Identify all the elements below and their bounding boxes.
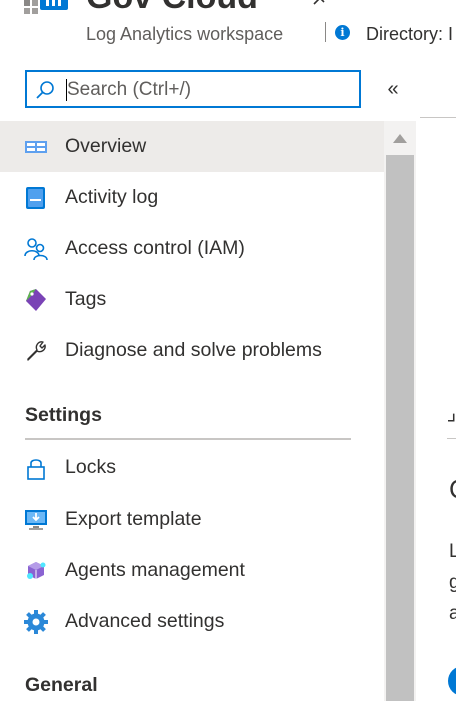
content-heading-fragment: C — [449, 474, 456, 505]
menu-item-label: Advanced settings — [65, 610, 225, 632]
section-heading-settings: Settings — [25, 404, 102, 426]
content-action-button[interactable] — [448, 666, 456, 696]
resource-menu: Overview Activity log Access control (IA… — [0, 121, 384, 701]
menu-item-label: Tags — [65, 288, 107, 310]
menu-item-overview[interactable]: Overview — [0, 121, 384, 172]
menu-item-label: Agents management — [65, 559, 245, 581]
page-title: Gov Cloud — [86, 0, 258, 17]
collapse-menu-button[interactable]: « — [382, 78, 404, 101]
content-text-fragment: L — [449, 541, 456, 562]
search-icon — [36, 81, 54, 99]
export-template-icon — [25, 510, 47, 530]
section-divider — [25, 438, 351, 440]
content-text-fragment: g — [449, 572, 456, 593]
agents-icon — [27, 562, 46, 579]
directory-label: Directory: I — [366, 24, 454, 44]
search-input[interactable] — [67, 76, 347, 104]
log-analytics-logo-icon — [24, 0, 68, 14]
menu-item-label: Export template — [65, 508, 202, 530]
menu-item-activity-log[interactable]: Activity log — [0, 172, 384, 223]
menu-item-label: Overview — [65, 135, 147, 157]
menu-item-export-template[interactable]: Export template — [0, 494, 384, 545]
section-heading-general: General — [25, 674, 98, 696]
wrench-icon — [27, 341, 46, 361]
menu-item-tags[interactable]: Tags — [0, 274, 384, 325]
chevron-up-icon — [393, 133, 407, 143]
scroll-up-button[interactable] — [384, 121, 416, 155]
tag-icon — [26, 289, 46, 311]
menu-item-agents-management[interactable]: Agents management — [0, 545, 384, 596]
page-header: Gov Cloud Log Analytics workspace i Dire… — [0, 0, 456, 60]
chevron-down-icon[interactable] — [448, 412, 456, 426]
activity-log-icon — [26, 187, 45, 209]
search-box[interactable] — [25, 70, 361, 108]
lock-icon — [27, 459, 45, 480]
info-icon: i — [335, 25, 350, 40]
menu-item-access-control[interactable]: Access control (IAM) — [0, 223, 384, 274]
content-text-fragment: a — [449, 603, 456, 624]
header-divider — [325, 22, 326, 42]
resource-type-label: Log Analytics workspace — [86, 24, 284, 44]
overview-icon — [25, 141, 47, 153]
content-divider — [447, 438, 456, 439]
menu-item-label: Access control (IAM) — [65, 237, 245, 259]
content-divider — [420, 117, 456, 118]
scrollbar-thumb[interactable] — [386, 155, 414, 701]
pin-icon[interactable] — [312, 0, 330, 6]
menu-item-diagnose[interactable]: Diagnose and solve problems — [0, 325, 384, 376]
menu-item-advanced-settings[interactable]: Advanced settings — [0, 596, 384, 647]
access-control-icon — [24, 238, 48, 261]
menu-item-label: Locks — [65, 456, 116, 478]
menu-item-label: Diagnose and solve problems — [65, 339, 322, 361]
menu-item-label: Activity log — [65, 186, 159, 208]
gear-icon — [24, 610, 48, 634]
menu-item-locks[interactable]: Locks — [0, 442, 384, 493]
